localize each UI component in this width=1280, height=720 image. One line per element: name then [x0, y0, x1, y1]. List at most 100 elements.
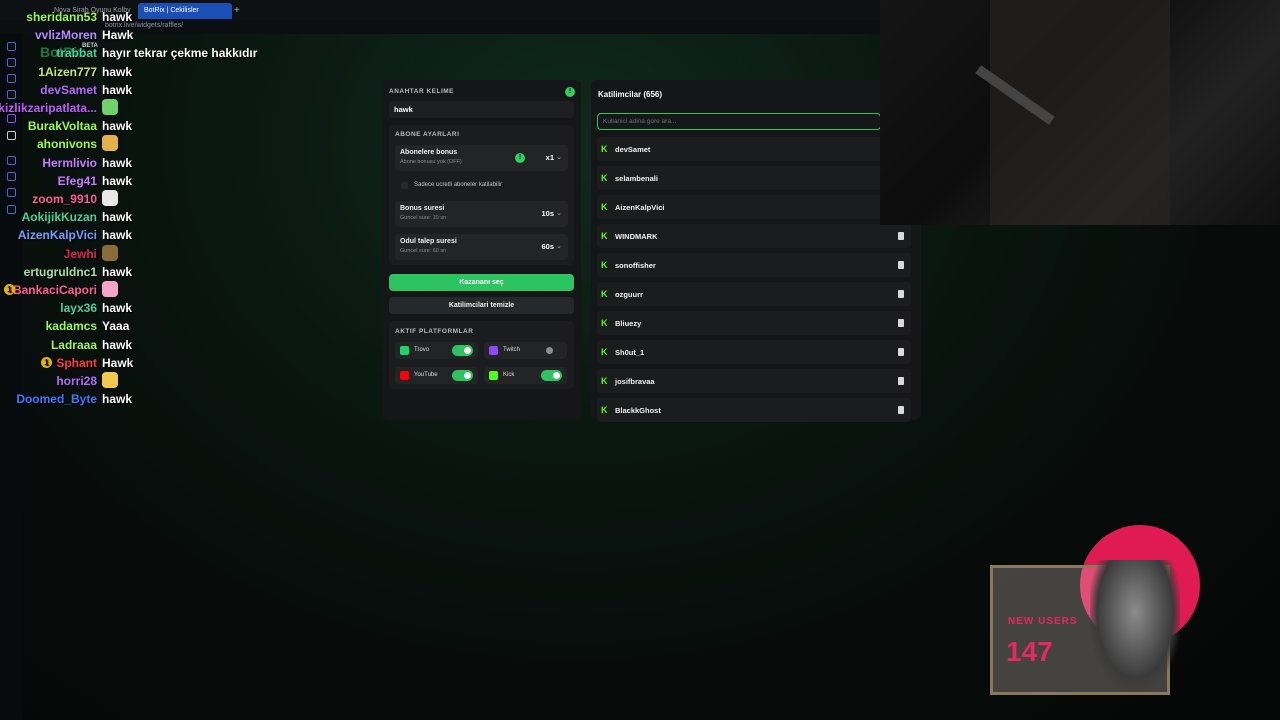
subscriber-badge-icon: 1: [41, 356, 52, 368]
bonus-time-row: Bonus suresi Guncel sure: 10 sn 10s ⌄: [395, 201, 568, 227]
platform-name: Kick: [503, 372, 515, 378]
kick-icon: K: [601, 260, 608, 270]
sub-bonus-select[interactable]: x1: [546, 153, 554, 162]
participant-name: devSamet: [615, 145, 651, 154]
chat-username: sheridann53: [26, 10, 97, 24]
bonus-time-select[interactable]: 10s: [541, 209, 554, 218]
chat-username: Hermlivio: [42, 155, 97, 170]
chat-username: AokijikKuzan: [21, 210, 97, 225]
platforms-title: AKTIF PLATFORMLAR: [395, 328, 474, 335]
chevron-down-icon[interactable]: ⌄: [556, 242, 562, 250]
new-users-count: 147: [1006, 636, 1053, 667]
participant-row[interactable]: KdevSamet: [597, 137, 911, 161]
chat-message: layx36 hawk: [0, 299, 260, 317]
kick-icon: K: [601, 376, 608, 386]
participant-row[interactable]: Kjosifbravaa: [597, 369, 911, 393]
only-paid-subs-checkbox[interactable]: [401, 182, 408, 189]
participant-name: Bliuezy: [615, 319, 642, 328]
participant-row[interactable]: K WINDMARK: [597, 224, 911, 248]
trash-icon[interactable]: [898, 319, 904, 327]
participant-row[interactable]: K Sh0ut_1: [597, 340, 911, 364]
sub-bonus-row: Abonelere bonus Abone bonusu yok (OFF) !…: [395, 145, 568, 171]
chat-username: trabbat: [56, 46, 97, 61]
kick-icon: K: [601, 289, 608, 299]
participant-name: Sh0ut_1: [615, 348, 645, 357]
info-icon[interactable]: !: [565, 87, 575, 97]
twitch-toggle[interactable]: [541, 345, 562, 356]
chat-message: ertugruldnc1 hawk: [0, 263, 260, 281]
kick-toggle[interactable]: [541, 370, 562, 381]
chat-username: ahonivons: [36, 137, 97, 152]
participant-row[interactable]: K BlackkGhost: [597, 398, 911, 422]
trash-icon[interactable]: [898, 232, 904, 240]
chat-username: vvlizMoren: [34, 28, 97, 43]
keyword-input[interactable]: hawk: [389, 101, 574, 118]
claim-time-title: Odul talep suresi: [400, 238, 457, 245]
participant-name: AizenKalpVici: [615, 203, 665, 212]
chat-username: devSamet: [40, 82, 97, 97]
chat-message: BankaciCapori 1: [0, 281, 260, 299]
dog-emote: [102, 372, 118, 388]
sub-bonus-info-icon[interactable]: !: [515, 153, 525, 163]
participant-row[interactable]: Kselambenali: [597, 166, 911, 190]
chat-username: ertugruldnc1: [23, 264, 97, 279]
youtube-toggle[interactable]: [452, 370, 473, 381]
chat-message: horri28: [0, 372, 260, 390]
trash-icon[interactable]: [898, 377, 904, 385]
soup-emote: [102, 190, 118, 206]
chat-message: devSamet hawk: [0, 81, 260, 99]
chat-message: vvlizMoren Hawk: [0, 26, 260, 44]
trash-icon[interactable]: [898, 261, 904, 269]
chat-username: kizlikzaripatlata...: [0, 101, 97, 115]
trash-icon[interactable]: [898, 348, 904, 356]
chat-message: trabbat hayır tekrar çekme hakkıdır: [0, 44, 260, 62]
chat-text: Hawk: [102, 355, 134, 370]
chat-text: hawk: [102, 264, 133, 279]
platform-name: Trovo: [414, 347, 430, 353]
chat-username: Sphant: [56, 355, 97, 370]
chevron-down-icon[interactable]: ⌄: [556, 153, 562, 161]
chat-username: 1Aizen777: [38, 64, 97, 79]
chat-username: layx36: [60, 301, 97, 316]
participant-row[interactable]: K Bliuezy: [597, 311, 911, 335]
chevron-down-icon[interactable]: ⌄: [556, 209, 562, 217]
chat-text: Hawk: [102, 28, 134, 43]
participant-row[interactable]: K AizenKalpVici: [597, 195, 911, 219]
new-users-label: NEW USERS: [1008, 616, 1078, 627]
kick-icon: K: [601, 173, 608, 183]
chat-text: hawk: [102, 210, 133, 225]
youtube-icon: [400, 371, 409, 380]
only-paid-subs-row[interactable]: Sadece ucretli aboneler katilabilir: [395, 178, 568, 194]
participant-search-input[interactable]: Kullanici adina gore ara...: [597, 113, 881, 130]
trash-icon[interactable]: [898, 290, 904, 298]
trovo-toggle[interactable]: [452, 345, 473, 356]
chat-message: AizenKalpVici hawk: [0, 226, 260, 244]
claim-time-select[interactable]: 60s: [541, 242, 554, 251]
chat-text: hawk: [102, 64, 133, 79]
keyword-label: ANAHTAR KELIME: [389, 88, 455, 95]
bookshelf: [990, 0, 1170, 225]
chat-text: hawk: [102, 392, 133, 407]
cat-emote: [102, 135, 118, 152]
participant-name: sonoffisher: [615, 261, 656, 270]
pick-winner-button[interactable]: Kazananı seç: [389, 274, 574, 291]
twitch-icon: [489, 346, 498, 355]
participant-row[interactable]: Ksonoffisher: [597, 253, 911, 277]
clear-participants-button[interactable]: Katilimcilari temizle: [389, 297, 574, 314]
frog-emote: [102, 99, 118, 115]
hat-emote: [102, 244, 118, 261]
participant-row[interactable]: Kozguurr: [597, 282, 911, 306]
kick-icon: [489, 371, 498, 380]
bonus-time-subtitle: Guncel sure: 10 sn: [400, 215, 447, 221]
trash-icon[interactable]: [898, 406, 904, 414]
participant-name: BlackkGhost: [615, 406, 661, 415]
chat-username: Ladraaa: [50, 337, 97, 352]
webcam-feed: [880, 0, 1280, 225]
chat-text: hawk: [102, 155, 133, 170]
chat-message: ahonivons: [0, 135, 260, 153]
platform-name: Twitch: [503, 347, 521, 353]
platform-twitch: Twitch: [484, 342, 567, 359]
chat-username: BankaciCapori: [12, 283, 97, 297]
chat-text: hawk: [102, 119, 133, 134]
platform-trovo: Trovo: [395, 342, 478, 359]
